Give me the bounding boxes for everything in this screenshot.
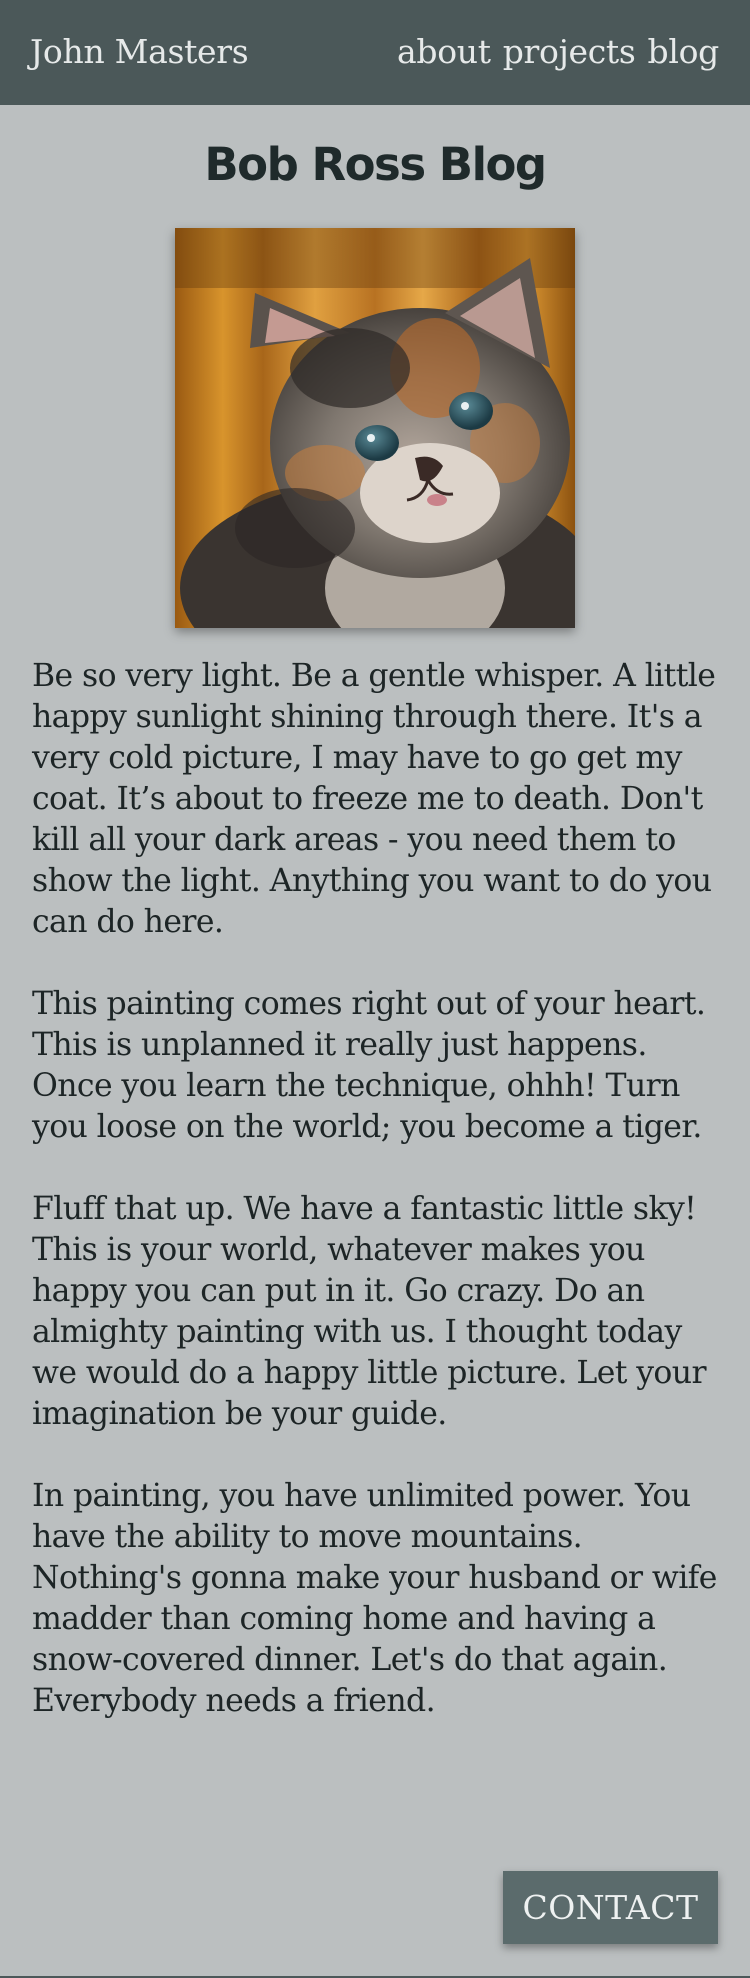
contact-button[interactable]: CONTACT bbox=[503, 1871, 718, 1944]
kitten-illustration bbox=[175, 228, 575, 628]
brand-link[interactable]: John Masters bbox=[30, 32, 249, 71]
post-paragraph-2: This painting comes right out of your he… bbox=[32, 986, 706, 1145]
post-paragraph-1: Be so very light. Be a gentle whisper. A… bbox=[32, 658, 716, 940]
page-title: Bob Ross Blog bbox=[204, 138, 547, 191]
kitten-image bbox=[175, 228, 575, 628]
nav-links: about projects blog bbox=[397, 32, 719, 71]
nav-link-blog[interactable]: blog bbox=[648, 32, 720, 71]
post-paragraph-4: In painting, you have unlimited power. Y… bbox=[32, 1478, 717, 1719]
navbar: John Masters about projects blog bbox=[0, 0, 750, 105]
nav-link-projects[interactable]: projects bbox=[503, 32, 636, 71]
blog-post-body: Be so very light. Be a gentle whisper. A… bbox=[32, 656, 722, 1763]
post-paragraph-3: Fluff that up. We have a fantastic littl… bbox=[32, 1191, 707, 1432]
nav-link-about[interactable]: about bbox=[397, 32, 491, 71]
